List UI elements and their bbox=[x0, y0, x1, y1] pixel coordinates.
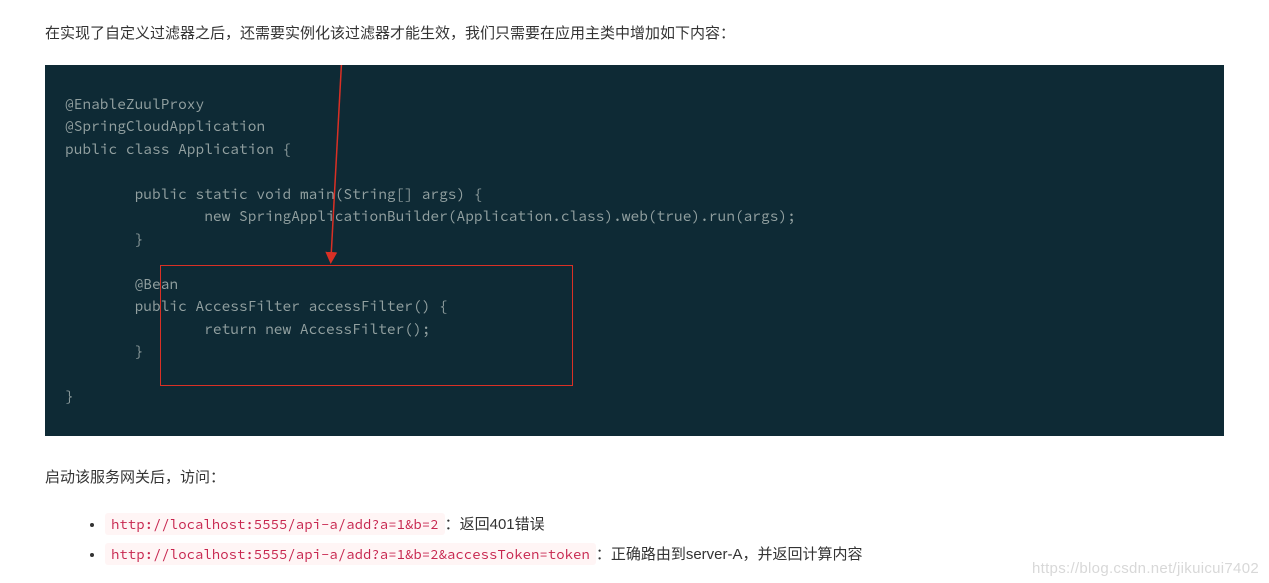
code-line: @Bean bbox=[65, 275, 178, 293]
code-line: return new AccessFilter(); bbox=[65, 320, 430, 338]
code-line: } bbox=[65, 387, 74, 405]
code-line: } bbox=[65, 342, 143, 360]
post-paragraph: 启动该服务网关后，访问： bbox=[45, 464, 1224, 491]
url-code: http://localhost:5555/api-a/add?a=1&b=2 bbox=[105, 513, 445, 535]
url-desc: ：正确路由到server-A，并返回计算内容 bbox=[596, 546, 863, 563]
code-line: public class Application { bbox=[65, 140, 291, 158]
code-block: @EnableZuulProxy @SpringCloudApplication… bbox=[45, 65, 1224, 436]
code-line: public AccessFilter accessFilter() { bbox=[65, 297, 448, 315]
url-desc: ：返回401错误 bbox=[445, 516, 545, 533]
code-line: public static void main(String[] args) { bbox=[65, 185, 483, 203]
code-line: new SpringApplicationBuilder(Application… bbox=[65, 207, 796, 225]
list-item: http://localhost:5555/api-a/add?a=1&b=2：… bbox=[105, 511, 1224, 540]
url-code: http://localhost:5555/api-a/add?a=1&b=2&… bbox=[105, 543, 596, 565]
code-line: @EnableZuulProxy bbox=[65, 95, 204, 113]
code-line: @SpringCloudApplication bbox=[65, 117, 265, 135]
intro-paragraph: 在实现了自定义过滤器之后，还需要实例化该过滤器才能生效，我们只需要在应用主类中增… bbox=[45, 20, 1224, 47]
code-line: } bbox=[65, 230, 143, 248]
code-content: @EnableZuulProxy @SpringCloudApplication… bbox=[65, 93, 1204, 408]
